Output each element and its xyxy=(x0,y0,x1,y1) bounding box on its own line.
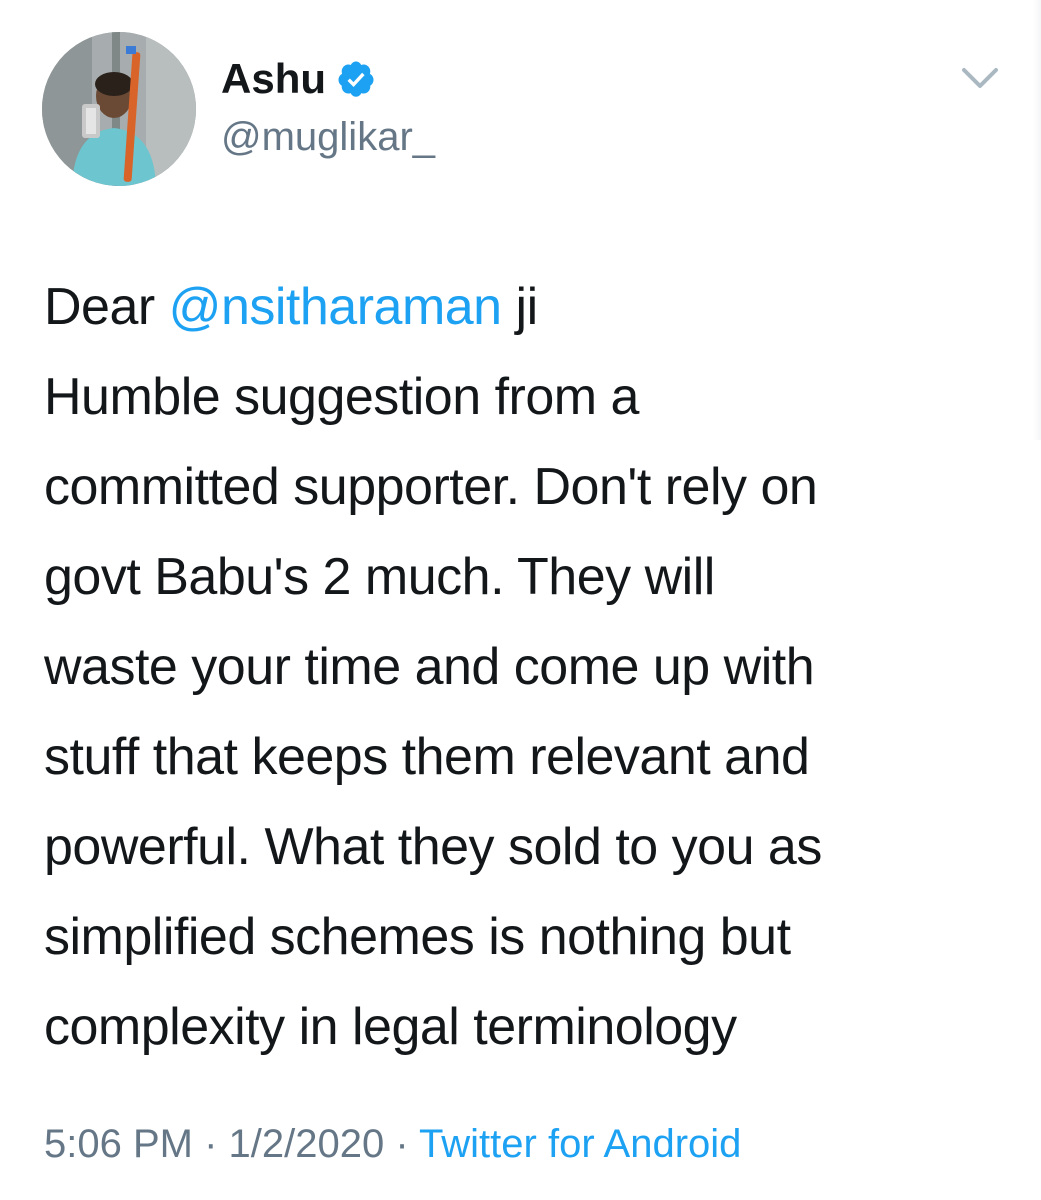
greeting-suffix: ji xyxy=(501,278,539,336)
handle[interactable]: @muglikar_ xyxy=(221,113,435,161)
chevron-down-icon[interactable] xyxy=(958,60,1002,96)
meta-separator: · xyxy=(192,1122,229,1166)
meta-separator: · xyxy=(384,1122,420,1166)
tweet-line: govt Babu's 2 much. They will xyxy=(44,548,715,606)
tweet-meta: 5:06 PM · 1/2/2020 · Twitter for Android xyxy=(44,1118,741,1170)
tweet-line: complexity in legal terminology xyxy=(44,998,737,1056)
scrollbar-edge xyxy=(1033,0,1041,440)
avatar[interactable] xyxy=(42,32,196,186)
tweet-line: Humble suggestion from a xyxy=(44,368,639,426)
tweet-card: Ashu @muglikar_ Dear @nsitharaman ji Hum… xyxy=(0,0,1041,1200)
greeting-prefix: Dear xyxy=(44,278,169,336)
mention-link[interactable]: @nsitharaman xyxy=(169,278,502,336)
tweet-line: committed supporter. Don't rely on xyxy=(44,458,818,516)
display-name[interactable]: Ashu xyxy=(221,55,326,103)
tweet-source-link[interactable]: Twitter for Android xyxy=(419,1122,741,1166)
tweet-line: stuff that keeps them relevant and xyxy=(44,728,810,786)
tweet-line: simplified schemes is nothing but xyxy=(44,908,791,966)
tweet-text: Dear @nsitharaman ji Humble suggestion f… xyxy=(44,262,1004,1072)
tweet-date[interactable]: 1/2/2020 xyxy=(229,1122,385,1166)
avatar-photo xyxy=(42,32,196,186)
tweet-line: powerful. What they sold to you as xyxy=(44,818,822,876)
tweet-line-greeting: Dear @nsitharaman ji xyxy=(44,262,1004,352)
tweet-line: waste your time and come up with xyxy=(44,638,815,696)
verified-badge-icon xyxy=(336,59,376,99)
author-name-row[interactable]: Ashu xyxy=(221,55,376,103)
tweet-time[interactable]: 5:06 PM xyxy=(44,1122,193,1166)
